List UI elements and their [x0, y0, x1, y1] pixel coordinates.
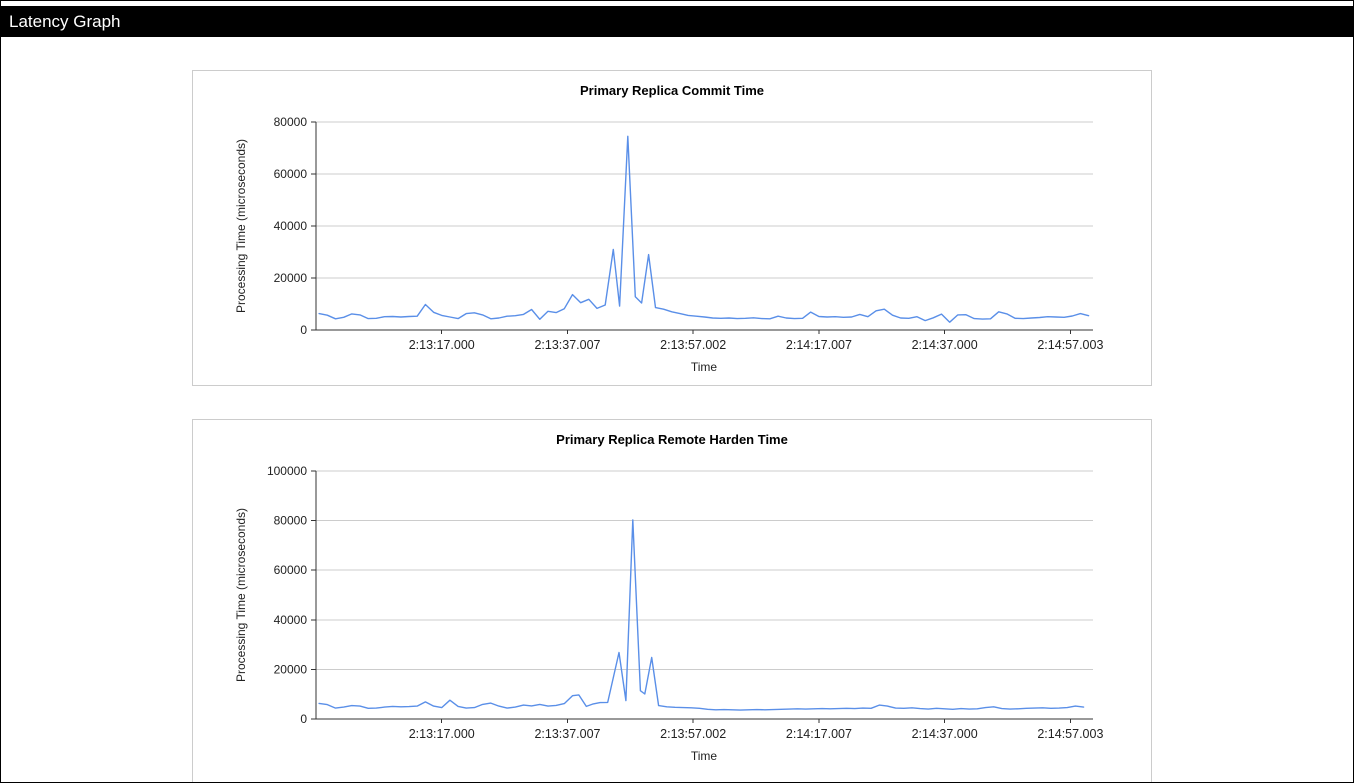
svg-text:80000: 80000 — [274, 115, 308, 129]
latency-graph-window: Latency Graph 0 20000 40000 60000 80000 2:13:… — [0, 0, 1354, 783]
svg-text:2:14:37.000: 2:14:37.000 — [912, 727, 978, 741]
svg-text:2:13:57.002: 2:13:57.002 — [660, 727, 726, 741]
svg-text:2:14:17.007: 2:14:17.007 — [786, 727, 852, 741]
remote-harden-time-plot-area[interactable]: 0 20000 40000 60000 80000 100000 2:13:17.000 2:… — [193, 420, 1151, 782]
svg-text:2:13:17.000: 2:13:17.000 — [409, 338, 475, 352]
y-axis-title: Processing Time (microseconds) — [234, 507, 248, 683]
svg-text:2:13:37.007: 2:13:37.007 — [534, 338, 600, 352]
svg-text:40000: 40000 — [274, 219, 308, 233]
svg-text:100000: 100000 — [267, 464, 307, 478]
chart-title-remote-harden-time: Primary Replica Remote Harden Time — [556, 432, 788, 447]
svg-text:2:13:37.007: 2:13:37.007 — [534, 727, 600, 741]
svg-text:80000: 80000 — [274, 514, 308, 528]
svg-text:20000: 20000 — [274, 662, 308, 676]
svg-text:0: 0 — [300, 323, 307, 337]
svg-text:40000: 40000 — [274, 613, 308, 627]
x-axis-title: Time — [690, 749, 718, 763]
svg-text:2:13:17.000: 2:13:17.000 — [409, 727, 475, 741]
chart-card-commit-time: 0 20000 40000 60000 80000 2:13:17.000 2:13:37.… — [192, 70, 1152, 386]
svg-text:2:14:17.007: 2:14:17.007 — [786, 338, 852, 352]
x-axis-title: Time — [690, 360, 718, 374]
window-titlebar: Latency Graph — [1, 6, 1353, 37]
chart-title-commit-time: Primary Replica Commit Time — [580, 83, 764, 98]
svg-text:20000: 20000 — [274, 271, 308, 285]
svg-text:0: 0 — [300, 712, 307, 726]
svg-text:2:14:37.000: 2:14:37.000 — [912, 338, 978, 352]
svg-text:60000: 60000 — [274, 167, 308, 181]
window-title: Latency Graph — [9, 12, 121, 31]
chart-card-remote-harden-time: 0 20000 40000 60000 80000 100000 2:13:17.000 2:… — [192, 419, 1152, 782]
svg-text:2:13:57.002: 2:13:57.002 — [660, 338, 726, 352]
y-axis-title: Processing Time (microseconds) — [234, 138, 248, 314]
svg-text:2:14:57.003: 2:14:57.003 — [1037, 338, 1103, 352]
svg-text:60000: 60000 — [274, 563, 308, 577]
commit-time-plot-area[interactable]: 0 20000 40000 60000 80000 2:13:17.000 2:13:37.… — [193, 71, 1151, 385]
svg-text:2:14:57.003: 2:14:57.003 — [1037, 727, 1103, 741]
